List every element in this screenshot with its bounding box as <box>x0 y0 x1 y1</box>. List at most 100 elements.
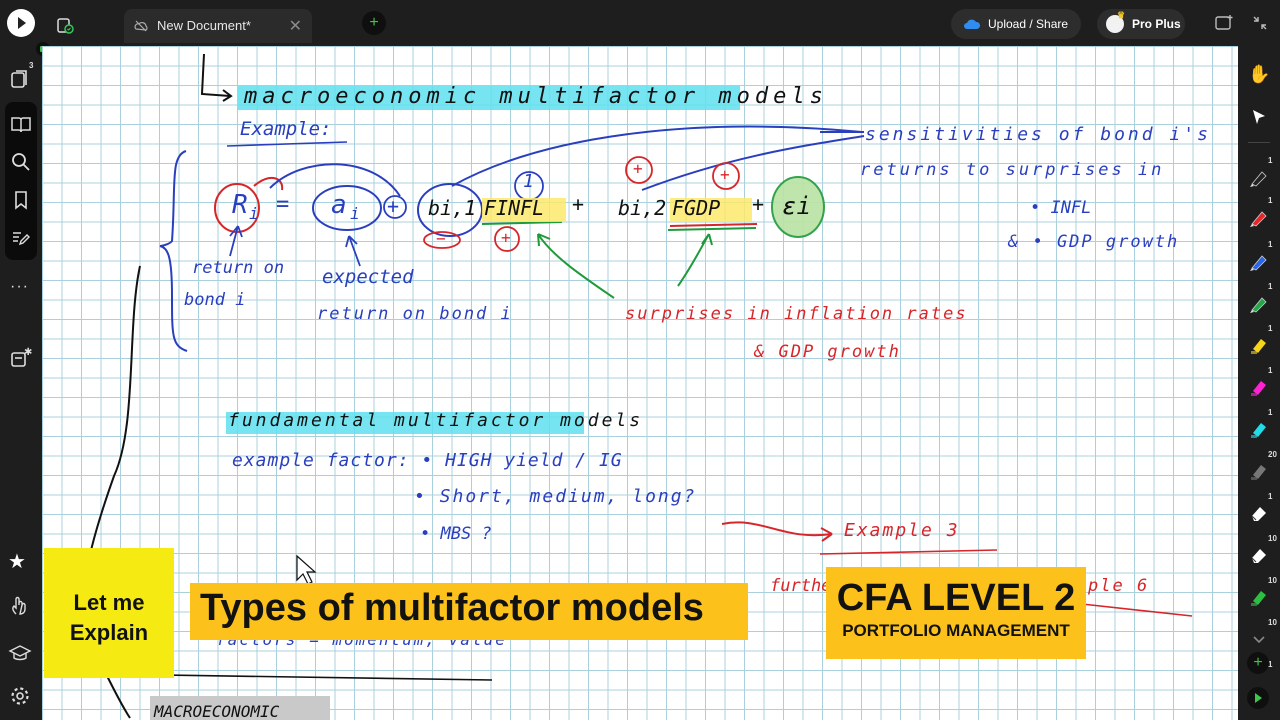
pen-blue-icon[interactable] <box>1248 250 1270 272</box>
mbs-label: • MBS ? <box>420 524 492 544</box>
highlighter-magenta-icon[interactable] <box>1248 376 1270 398</box>
pro-plus-button[interactable]: ♛ Pro Plus <box>1097 9 1185 39</box>
eraser-icon[interactable] <box>1248 502 1270 524</box>
cfa-banner: CFA LEVEL 2 PORTFOLIO MANAGEMENT <box>826 567 1086 659</box>
bond-i-label: bond i <box>184 290 246 310</box>
example-3-label: Example 3 <box>844 520 960 541</box>
pen-red-icon[interactable] <box>1248 206 1270 228</box>
eq-a-sub: i <box>350 204 360 223</box>
hand-icon[interactable]: ✋ <box>1248 64 1270 85</box>
upload-share-button[interactable]: Upload / Share <box>951 9 1081 39</box>
cfa-level-title: CFA LEVEL 2 <box>836 577 1076 619</box>
settings-icon[interactable] <box>8 684 32 708</box>
tool-count: 10 <box>1268 534 1277 543</box>
macro-heading: macroeconomic multifactor models <box>244 84 828 109</box>
red-plus-3: + <box>501 228 511 247</box>
tab-document[interactable]: New Document* ✕ <box>124 9 312 43</box>
tool-count: 1 <box>1268 366 1273 375</box>
more-icon[interactable]: ··· <box>10 278 29 296</box>
eq-R-sub: i <box>249 204 259 223</box>
short-medium-long-label: • Short, medium, long? <box>414 486 697 507</box>
eq-F-infl: FINFL <box>484 196 545 220</box>
eq-plus-3: + <box>752 192 765 216</box>
eq-plus-2: + <box>572 192 585 216</box>
red-plus-1: + <box>633 159 643 178</box>
red-plus-2: + <box>720 165 730 184</box>
new-page-icon[interactable]: ✱ <box>8 346 32 370</box>
eq-F-gdp: FGDP <box>672 196 721 220</box>
eq-plus-1: + <box>387 194 400 218</box>
tool-count: 1 <box>1268 196 1273 205</box>
top-bar: New Document* ✕ + Upload / Share ♛ Pro P… <box>0 0 1280 46</box>
video-title-banner: Types of multifactor models <box>190 583 748 640</box>
tool-divider <box>1248 142 1270 143</box>
plan-label: Pro Plus <box>1132 17 1181 31</box>
collapse-icon[interactable] <box>1251 14 1269 32</box>
highlighter-yellow-icon[interactable] <box>1248 334 1270 356</box>
video-title: Types of multifactor models <box>200 587 704 629</box>
example-6-label: ple 6 <box>1088 576 1150 596</box>
tool-count: 1 <box>1268 408 1273 417</box>
fundamental-heading: fundamental multifactor models <box>228 410 644 431</box>
portfolio-management-subtitle: PORTFOLIO MANAGEMENT <box>842 621 1070 640</box>
macroeconomic-bottom-label: MACROECONOMIC <box>154 702 280 720</box>
search-icon[interactable] <box>9 150 33 174</box>
eraser-2-icon[interactable] <box>1248 544 1270 566</box>
document-cloud-icon <box>134 19 148 33</box>
pen-black-icon[interactable] <box>1248 166 1270 188</box>
let-me-text: Let me <box>73 590 145 615</box>
eq-epsilon: εi <box>782 192 811 220</box>
gesture-icon[interactable] <box>8 594 32 618</box>
gdp-growth-sens-label: & • GDP growth <box>1008 232 1180 252</box>
example-factor-label: example factor: • HIGH yield / IG <box>232 450 623 471</box>
navigate-icon[interactable] <box>1247 687 1269 709</box>
pages-count: 3 <box>29 61 34 70</box>
tool-count: 10 <box>1268 576 1277 585</box>
upload-share-label: Upload / Share <box>988 17 1069 31</box>
cloud-upload-icon <box>964 17 981 31</box>
highlighter-cyan-icon[interactable] <box>1248 418 1270 440</box>
expected-label: expected <box>322 266 414 288</box>
tool-count: 1 <box>1268 282 1273 291</box>
surprises-label: surprises in inflation rates <box>625 304 968 324</box>
book-icon[interactable] <box>9 112 33 136</box>
bookmark-icon[interactable] <box>9 188 33 212</box>
lasso-pointer-icon[interactable] <box>1250 108 1268 126</box>
sensitivities-label: sensitivities of bond i's <box>865 124 1211 145</box>
app-logo-icon[interactable] <box>7 9 35 37</box>
red-minus: − <box>436 229 446 248</box>
tool-count: 1 <box>1268 156 1273 165</box>
eq-b2: bi,2 <box>618 196 667 220</box>
one-label: 1 <box>523 171 534 192</box>
let-me-explain-badge: Let me Explain <box>44 548 174 678</box>
sync-icon[interactable] <box>56 16 74 34</box>
outline-edit-icon[interactable] <box>9 226 33 250</box>
tool-count: 10 <box>1268 618 1277 627</box>
highlighter-green-icon[interactable] <box>1248 586 1270 608</box>
highlighter-gray-icon[interactable] <box>1248 460 1270 482</box>
infl-label: • INFL <box>1030 198 1092 218</box>
eq-R: R <box>232 190 248 220</box>
eq-equals: = <box>276 192 290 217</box>
add-window-icon[interactable] <box>1215 14 1233 32</box>
gdp-growth-label: & GDP growth <box>754 342 901 362</box>
add-tool-button[interactable]: + <box>1247 652 1269 674</box>
tab-title: New Document* <box>157 18 251 33</box>
book-panel <box>5 102 37 260</box>
eq-b1: bi,1 <box>428 196 477 220</box>
expected-return-label: return on bond i <box>317 304 513 324</box>
tool-count: 20 <box>1268 450 1277 459</box>
pen-green-icon[interactable] <box>1248 292 1270 314</box>
returns-to-label: returns to surprises in <box>860 160 1165 180</box>
star-icon[interactable]: ★ <box>8 549 32 573</box>
chevron-down-icon[interactable] <box>1248 628 1270 650</box>
eq-a: a <box>331 190 347 220</box>
tool-count: 1 <box>1268 324 1273 333</box>
tool-count: 1 <box>1268 492 1273 501</box>
left-sidebar: 3 ··· ✱ ★ <box>0 42 50 720</box>
return-on-label: return on <box>192 258 285 278</box>
example-label: Example: <box>240 118 332 140</box>
new-tab-button[interactable]: + <box>362 11 386 35</box>
learn-icon[interactable] <box>8 641 32 665</box>
close-tab-icon[interactable]: ✕ <box>289 16 302 36</box>
